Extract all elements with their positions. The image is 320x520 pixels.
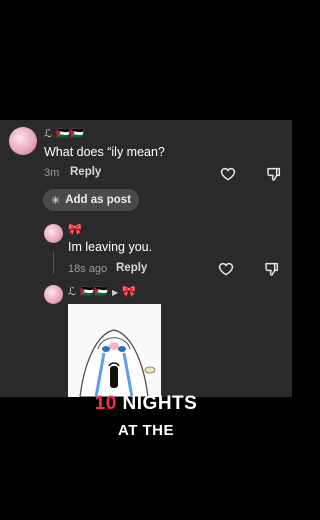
heart-icon[interactable] [218,261,234,277]
username-text: ℒ [44,128,53,140]
dislike-icon[interactable] [266,166,282,182]
sparkle-icon: ✳ [51,194,61,207]
flag-emojis: 🇵🇸🇵🇸 [56,128,85,140]
heart-icon[interactable] [220,166,236,182]
video-caption-line2: AT THE [117,422,175,439]
commenter-avatar[interactable] [9,127,37,155]
bow-emoji: 🎀 [68,224,83,236]
sticker-image[interactable] [68,304,161,397]
comments-panel: ℒ 🇵🇸🇵🇸 What does “ily mean? 3m Reply ✳ A… [0,120,292,397]
crying-drawing-illustration [79,329,156,397]
comment-timestamp: 3m [44,167,60,179]
thread-line [53,252,54,274]
reply-avatar[interactable] [44,285,63,304]
reply-timestamp: 18s ago [68,263,108,275]
caret-icon: ▶ [111,288,119,297]
caption-number: 10 [94,393,117,414]
username-text: ℒ [68,286,77,298]
caption-text: NIGHTS [116,393,198,414]
reply-button[interactable]: Reply [70,166,101,178]
add-as-post-label: Add as post [65,194,132,206]
reply-text: Im leaving you. [68,240,153,254]
bow-emoji: 🎀 [122,286,137,298]
dislike-icon[interactable] [264,261,280,277]
reply-username[interactable]: ℒ 🇵🇸🇵🇸 ▶ 🎀 [68,285,136,298]
reply-avatar[interactable] [44,224,63,243]
reply-username[interactable]: 🎀 [68,223,82,236]
add-as-post-button[interactable]: ✳ Add as post [43,189,140,211]
video-caption-line1: 10 NIGHTS [0,393,292,415]
flag-emojis: 🇵🇸🇵🇸 [80,286,109,298]
comment-text: What does “ily mean? [44,145,165,159]
commenter-username[interactable]: ℒ 🇵🇸🇵🇸 [44,127,84,140]
reply-button[interactable]: Reply [116,262,147,274]
